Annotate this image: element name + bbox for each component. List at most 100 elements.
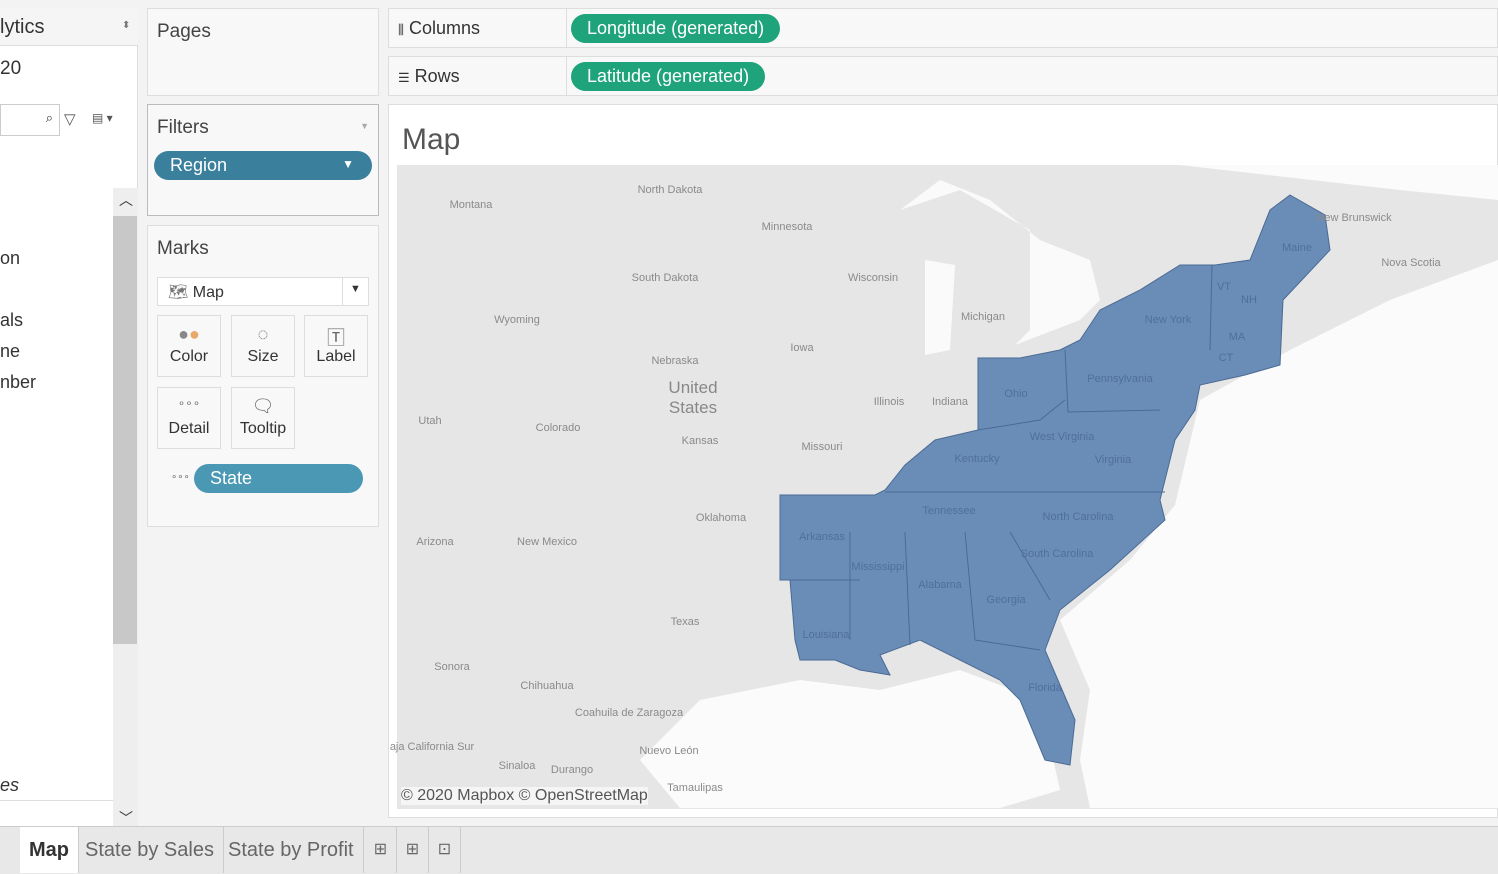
filters-title: Filters [157, 117, 209, 138]
button-label: Color [169, 348, 209, 365]
map-label: Tamaulipas [667, 782, 723, 794]
columns-shelf[interactable]: ⫼ Columns Longitude (generated) [388, 8, 1498, 48]
state-label: MA [1228, 331, 1246, 343]
country-label: United States [668, 378, 718, 417]
map-label: Durango [550, 764, 594, 776]
scrollbar[interactable]: ︿ ﹀ [113, 188, 138, 833]
map-label: Kansas [681, 435, 719, 447]
field-item[interactable]: ne [0, 341, 20, 362]
chevron-up-icon[interactable]: ︿ [119, 190, 133, 210]
caret-down-icon[interactable]: ▼ [342, 157, 354, 171]
tab-state-by-sales[interactable]: State by Sales [76, 827, 224, 873]
rows-label: ☰ Rows [389, 57, 567, 95]
map-label: Coahuila de Zaragoza [574, 707, 684, 719]
state-label: Louisiana [802, 629, 850, 641]
marks-title: Marks [157, 238, 209, 259]
detail-icon: ∘∘∘ [171, 472, 190, 483]
detail-pill-state[interactable]: State [194, 464, 363, 493]
mark-type-label: Map [192, 284, 224, 301]
map-label: Wyoming [494, 314, 540, 326]
state-label: Ohio [1004, 388, 1028, 400]
field-item[interactable]: als [0, 310, 23, 331]
map-icon: 🗺 [168, 284, 189, 301]
state-label: Maine [1282, 242, 1312, 254]
great-lakes [900, 180, 1100, 355]
map-label: South Dakota [631, 272, 699, 284]
map-label: Michigan [960, 311, 1006, 323]
filter-icon[interactable]: ▽ [64, 110, 76, 128]
data-source[interactable]: 20 [0, 58, 21, 80]
divider [0, 800, 113, 801]
view-title: Map [402, 123, 461, 156]
map-attribution[interactable]: © 2020 Mapbox © OpenStreetMap [401, 787, 648, 805]
scrollbar-thumb[interactable] [113, 216, 137, 644]
search-input[interactable]: ⌕ [0, 104, 60, 136]
caret-down-icon[interactable]: ▼ [342, 278, 368, 305]
rows-icon: ☰ [398, 70, 410, 85]
field-item[interactable]: on [0, 248, 20, 269]
state-label: Arkansas [799, 531, 845, 543]
state-label: North Carolina [1042, 511, 1114, 523]
map-label: Nebraska [651, 355, 699, 367]
button-label: Tooltip [239, 420, 287, 437]
map-svg [640, 165, 1498, 808]
chevron-down-icon[interactable]: ﹀ [119, 808, 133, 828]
state-label: Virginia [1094, 454, 1132, 466]
map-label: Arizona [416, 536, 454, 548]
detail-button[interactable]: ∘∘∘ Detail [157, 387, 221, 449]
pill-label: Region [170, 155, 228, 175]
field-item[interactable]: nber [0, 372, 36, 393]
state-label: South Carolina [1020, 548, 1094, 560]
map-label: Nova Scotia [1381, 257, 1441, 269]
map-label: Chihuahua [520, 680, 574, 692]
tooltip-button[interactable]: 🗨 Tooltip [231, 387, 295, 449]
color-button[interactable]: ●● Color [157, 315, 221, 377]
new-story-icon[interactable]: ⊡ [429, 827, 461, 873]
new-worksheet-icon[interactable]: ⊞ [365, 827, 397, 873]
state-label: NH [1241, 294, 1257, 306]
label-button[interactable]: 🅃 Label [304, 315, 368, 377]
size-icon: ◌ [257, 324, 269, 344]
filters-card[interactable]: Filters ▼ Region ▼ [147, 104, 379, 216]
pane-title: lytics [0, 8, 138, 46]
state-label: VT [1216, 281, 1232, 293]
sort-icon[interactable]: ⬍ [122, 20, 130, 31]
map-label: Colorado [535, 422, 581, 434]
latitude-pill[interactable]: Latitude (generated) [571, 62, 766, 91]
map-label: Texas [670, 616, 700, 628]
pages-card[interactable]: Pages [147, 8, 379, 96]
state-label: Pennsylvania [1087, 373, 1153, 385]
longitude-pill[interactable]: Longitude (generated) [571, 14, 781, 43]
mark-type-select[interactable]: 🗺 Map ▼ [157, 277, 369, 306]
state-label: Kentucky [954, 453, 1000, 465]
tab-map[interactable]: Map [20, 827, 79, 873]
map-label: Illinois [873, 396, 905, 408]
state-label: Georgia [986, 594, 1026, 606]
tooltip-icon: 🗨 [251, 396, 275, 416]
tab-state-by-profit[interactable]: State by Profit [219, 827, 364, 873]
new-dashboard-icon[interactable]: ⊞ [397, 827, 429, 873]
map-label: North Dakota [637, 184, 703, 196]
dropdown-icon[interactable]: ▼ [360, 121, 369, 131]
detail-icon: ∘∘∘ [177, 396, 201, 410]
label-icon: 🅃 [327, 328, 345, 348]
color-icon: ●● [178, 324, 200, 344]
state-label: West Virginia [1029, 431, 1095, 443]
map-label: Indiana [931, 396, 969, 408]
map-label: Utah [418, 415, 442, 427]
filter-pill-region[interactable]: Region ▼ [154, 151, 372, 180]
map-label: Sonora [434, 661, 470, 673]
map-canvas[interactable] [397, 165, 1498, 809]
state-label: CT [1218, 352, 1234, 364]
state-label: Alabama [918, 579, 962, 591]
rows-shelf[interactable]: ☰ Rows Latitude (generated) [388, 56, 1498, 96]
button-label: Label [316, 348, 356, 365]
search-icon: ⌕ [45, 110, 53, 125]
sheet-tabs: Map State by Sales State by Profit ⊞ ⊞ ⊡ [0, 826, 1498, 874]
map-label: Sinaloa [498, 760, 536, 772]
size-button[interactable]: ◌ Size [231, 315, 295, 377]
map-label: New Mexico [517, 536, 577, 548]
map-label: Montana [449, 199, 493, 211]
field-item[interactable]: es [0, 775, 19, 796]
view-list-icon[interactable]: ▤ ▾ [92, 111, 113, 125]
